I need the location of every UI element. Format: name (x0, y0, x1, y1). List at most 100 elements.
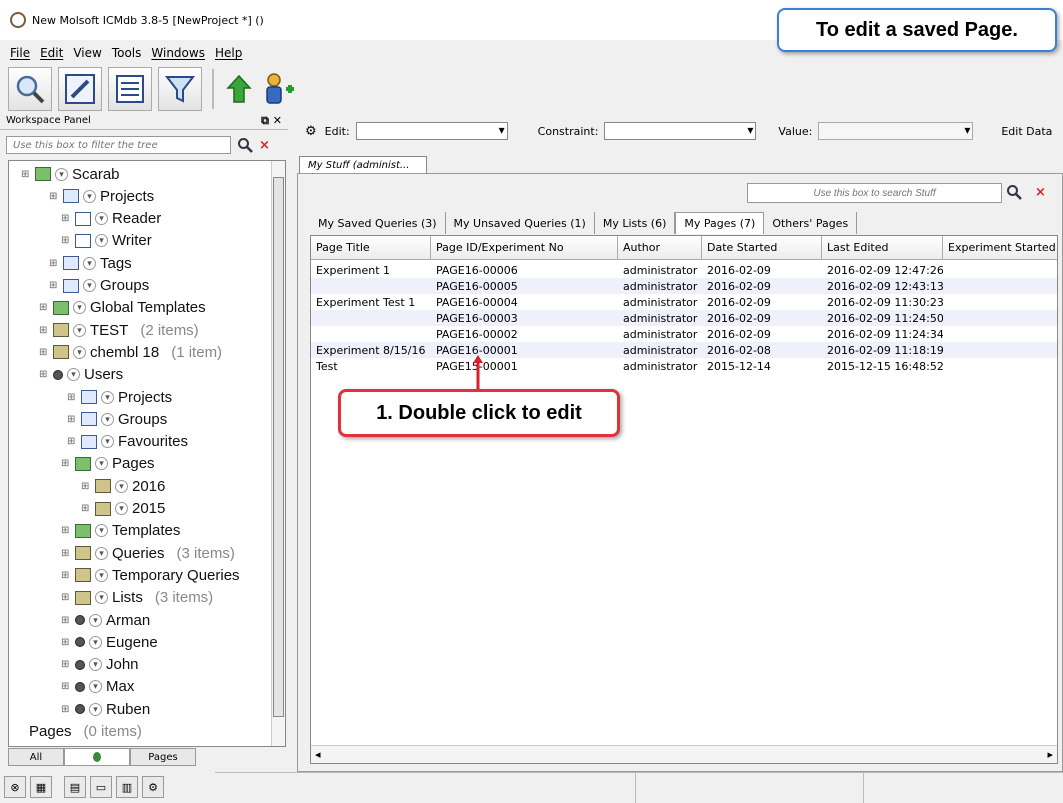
tree-item[interactable]: ⊞ ▾ Global Templates (39, 297, 206, 319)
stop-button[interactable]: ⊗ (4, 776, 26, 798)
filter-button[interactable] (158, 67, 202, 111)
expand-icon[interactable]: ⊞ (61, 235, 71, 246)
tree-item[interactable]: ⊞ ▾ Users (39, 364, 123, 386)
settings-button[interactable]: ⚙ (142, 776, 164, 798)
expand-icon[interactable]: ⊞ (61, 615, 71, 626)
tree-item[interactable]: ⊞ ▾ Ruben (61, 698, 150, 720)
column-experiment-started[interactable]: Experiment Started (943, 236, 1057, 260)
tree-item[interactable]: ⊞ ▾ Temporary Queries (61, 564, 240, 586)
menu-help[interactable]: Help (215, 46, 242, 60)
dropdown-icon[interactable]: ▾ (101, 390, 114, 404)
tree-filter-input[interactable] (6, 136, 231, 154)
expand-icon[interactable]: ⊞ (61, 525, 71, 536)
expand-icon[interactable]: ⊞ (61, 570, 71, 581)
table-row[interactable]: Experiment Test 1 PAGE16-00004 administrat… (311, 294, 1057, 310)
column-page-title[interactable]: Page Title (311, 236, 431, 260)
dropdown-icon[interactable]: ▾ (95, 568, 108, 582)
dropdown-icon[interactable]: ▾ (95, 234, 108, 248)
table-row[interactable]: Experiment 1 PAGE16-00006 administrator 201… (311, 262, 1057, 278)
column-author[interactable]: Author (618, 236, 702, 260)
dropdown-icon[interactable]: ▾ (115, 502, 128, 515)
tree-item[interactable]: ⊞ ▾ Writer (61, 230, 152, 252)
dropdown-icon[interactable]: ▾ (89, 613, 102, 627)
tree-item[interactable]: ⊞ ▾ Scarab (21, 163, 120, 185)
search-button[interactable] (8, 67, 52, 111)
window-button[interactable]: ▭ (90, 776, 112, 798)
table-row[interactable]: Test PAGE15-00001 administrator 2015-12-14 2… (311, 358, 1057, 374)
expand-icon[interactable]: ⊞ (67, 392, 77, 403)
dropdown-icon[interactable]: ▾ (89, 680, 102, 694)
dropdown-icon[interactable]: ▾ (83, 279, 96, 292)
expand-icon[interactable]: ⊞ (61, 637, 71, 648)
tree-scrollbar[interactable] (271, 161, 285, 746)
document-tab-my-stuff[interactable]: My Stuff (administ... (299, 156, 427, 174)
tree-item[interactable]: ⊞ ▾ Groups (49, 275, 149, 297)
expand-icon[interactable]: ⊞ (61, 592, 71, 603)
tree-item[interactable]: ⊞ ▾ Projects (49, 185, 154, 207)
dropdown-icon[interactable]: ▾ (89, 635, 102, 649)
expand-icon[interactable]: ⊞ (61, 659, 71, 670)
expand-icon[interactable]: ⊞ (67, 414, 77, 425)
dropdown-icon[interactable]: ▾ (115, 479, 128, 493)
menu-windows[interactable]: Windows (151, 46, 205, 60)
expand-icon[interactable]: ⊞ (39, 325, 49, 336)
dropdown-icon[interactable]: ▾ (83, 256, 96, 270)
tree-item[interactable]: ⊞ ▾ Pages (61, 453, 155, 475)
tree-item[interactable]: ⊞ ▾ TEST (2 items) (39, 319, 199, 341)
tree-item[interactable]: ⊞ ▾ 2015 (81, 498, 165, 520)
expand-icon[interactable]: ⊞ (39, 369, 49, 380)
tree-item[interactable]: ⊞ ▾ Lists (3 items) (61, 587, 213, 609)
constraint-select[interactable] (604, 122, 757, 140)
table-row[interactable]: PAGE16-00002 administrator 2016-02-09 2016-… (311, 326, 1057, 342)
column-date-started[interactable]: Date Started (702, 236, 822, 260)
tree-item[interactable]: ⊞ ▾ Projects (67, 386, 172, 408)
list-button[interactable] (108, 67, 152, 111)
expand-icon[interactable]: ⊞ (61, 548, 71, 559)
dropdown-icon[interactable]: ▾ (95, 212, 108, 226)
tree-item[interactable]: ⊞ ▾ Queries (3 items) (61, 542, 235, 564)
tree-item[interactable]: ⊞ ▾ Max (61, 676, 134, 698)
ws-tab-pages[interactable]: Pages (130, 748, 196, 766)
column-last-edited[interactable]: Last Edited (822, 236, 943, 260)
table-row[interactable]: Experiment 8/15/16 PAGE16-00001 administra… (311, 342, 1057, 358)
tab-my-pages[interactable]: My Pages (7) (675, 212, 765, 234)
tree-item[interactable]: ⊞ ▾ Reader (61, 208, 161, 230)
table-button[interactable]: ▥ (116, 776, 138, 798)
edit-data-button[interactable]: Edit Data (1001, 125, 1052, 138)
dropdown-icon[interactable]: ▾ (95, 524, 108, 538)
expand-icon[interactable]: ⊞ (21, 169, 31, 180)
tab-others-pages[interactable]: Others' Pages (764, 212, 858, 234)
dropdown-icon[interactable]: ▾ (73, 323, 86, 337)
value-select[interactable] (818, 122, 974, 140)
tree-item[interactable]: ⊞ ▾ Eugene (61, 631, 158, 653)
clear-search-icon[interactable]: × (1035, 185, 1046, 200)
dropdown-icon[interactable]: ▾ (67, 368, 80, 382)
search-icon[interactable] (1006, 184, 1022, 200)
edit-gear-icon[interactable]: ⚙ (305, 124, 317, 139)
expand-icon[interactable]: ⊞ (49, 258, 59, 269)
dropdown-icon[interactable]: ▾ (101, 412, 114, 426)
expand-icon[interactable]: ⊞ (39, 347, 49, 358)
dropdown-icon[interactable]: ▾ (89, 702, 102, 716)
expand-icon[interactable]: ⊞ (61, 681, 71, 692)
column-page-id[interactable]: Page ID/Experiment No (431, 236, 618, 260)
clear-filter-icon[interactable]: × (259, 138, 270, 153)
expand-icon[interactable]: ⊞ (81, 481, 91, 492)
grid-button[interactable]: ▦ (30, 776, 52, 798)
menu-view[interactable]: View (73, 46, 101, 60)
tab-my-saved-queries[interactable]: My Saved Queries (3) (310, 212, 446, 234)
tree-item[interactable]: ⊞ ▾ 2016 (81, 475, 165, 497)
ws-tab-scarab[interactable] (64, 748, 130, 766)
dropdown-icon[interactable]: ▾ (73, 301, 86, 315)
dropdown-icon[interactable]: ▾ (101, 435, 114, 449)
scroll-right-icon[interactable]: ▸ (1047, 748, 1053, 761)
dropdown-icon[interactable]: ▾ (95, 457, 108, 471)
tab-my-unsaved-queries[interactable]: My Unsaved Queries (1) (446, 212, 595, 234)
tree-item[interactable]: Pages (0 items) (29, 721, 142, 743)
edit-select[interactable] (355, 122, 508, 140)
dropdown-icon[interactable]: ▾ (95, 546, 108, 560)
upload-button[interactable] (224, 67, 254, 111)
expand-icon[interactable]: ⊞ (39, 302, 49, 313)
expand-icon[interactable]: ⊞ (49, 280, 59, 291)
dropdown-icon[interactable]: ▾ (73, 345, 86, 359)
